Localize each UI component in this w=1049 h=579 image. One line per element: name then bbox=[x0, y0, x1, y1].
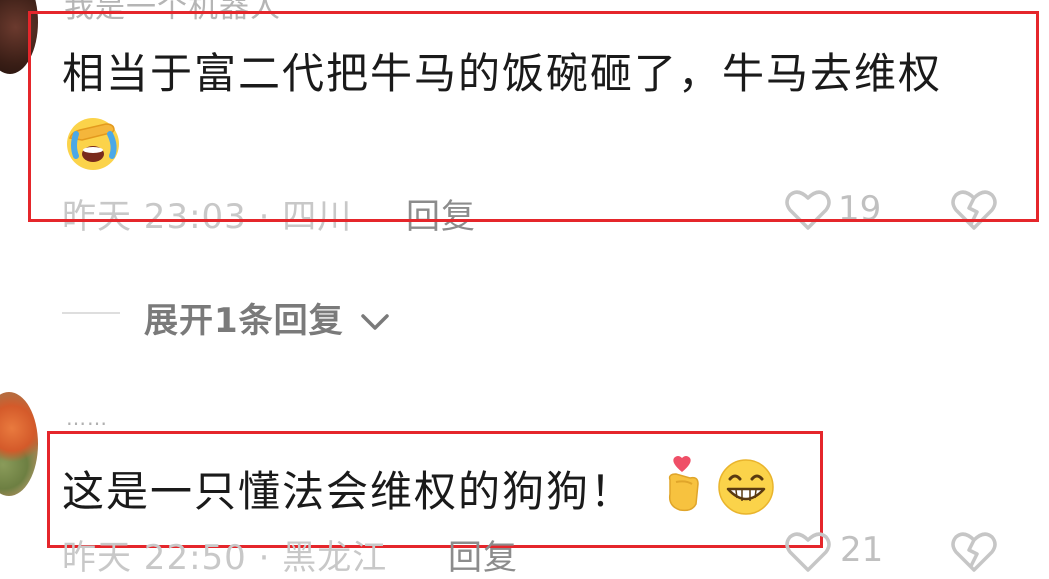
chevron-down-icon bbox=[359, 303, 391, 343]
expand-replies-button[interactable]: 展开1条回复 bbox=[144, 293, 391, 343]
expand-replies-label: 展开1条回复 bbox=[144, 301, 344, 341]
broken-heart-icon[interactable] bbox=[949, 528, 999, 574]
heart-outline-icon[interactable] bbox=[784, 528, 832, 574]
highlight-box bbox=[28, 11, 1039, 222]
avatar[interactable] bbox=[0, 392, 38, 496]
like-count: 21 bbox=[840, 530, 884, 570]
divider bbox=[62, 312, 120, 314]
comment-username[interactable]: …… bbox=[66, 406, 108, 430]
